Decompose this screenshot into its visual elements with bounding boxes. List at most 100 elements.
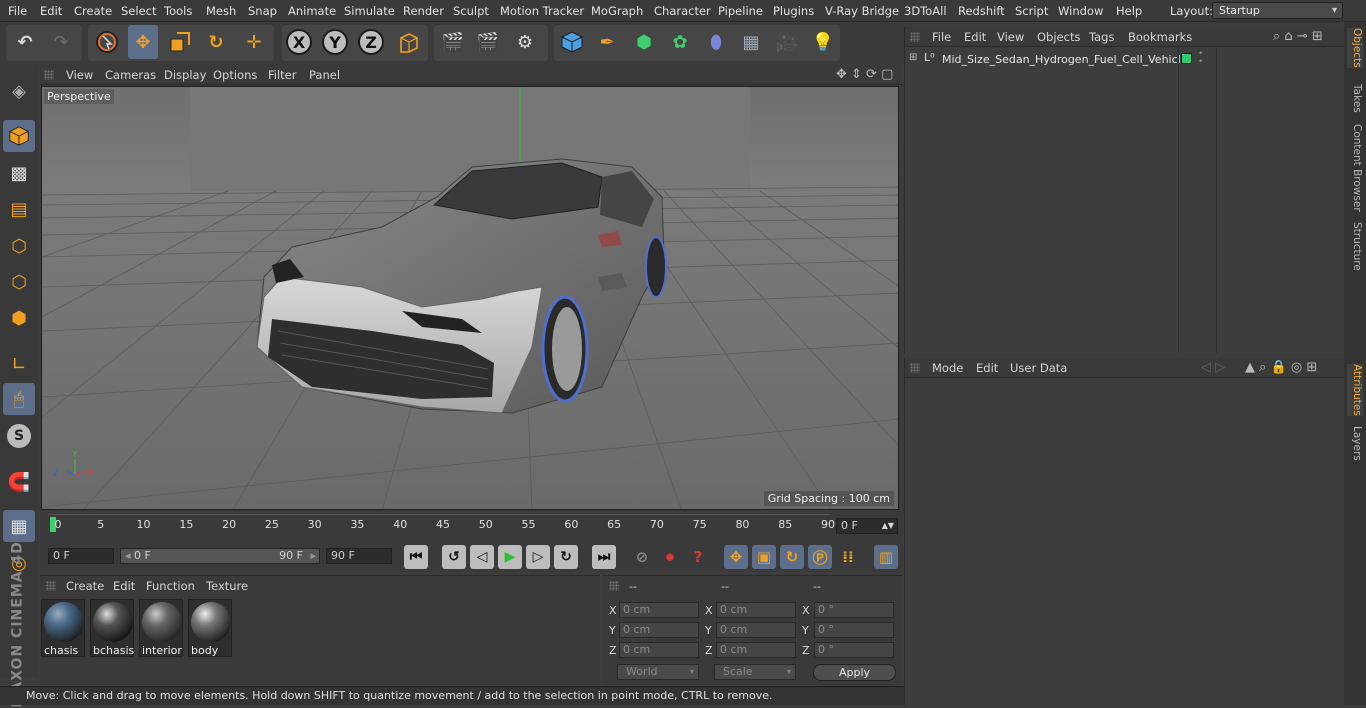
next-frame-button[interactable]: ▷ [526, 545, 550, 569]
apply-button[interactable]: Apply [813, 664, 896, 681]
undo-icon[interactable]: ↶ [10, 25, 40, 59]
viewport-menu-filter[interactable]: Filter [268, 68, 296, 82]
texture-mode-icon[interactable]: ▩ [3, 157, 35, 189]
menu-mograph[interactable]: MoGraph [591, 4, 643, 18]
camera-icon[interactable]: 🎥 [772, 25, 802, 59]
menu-select[interactable]: Select [121, 4, 156, 18]
material-swatch[interactable]: bchasis [90, 599, 134, 657]
key-pla-icon[interactable]: ⁞⁞ [836, 545, 860, 569]
pos-y-field[interactable]: 0 cm [619, 622, 699, 638]
back-forward-icons[interactable]: ◁ ▷ [1201, 360, 1225, 375]
size-z-field[interactable]: 0 cm [716, 642, 796, 658]
rot-y-field[interactable]: 0 ° [814, 622, 894, 638]
tweak-mode-icon[interactable]: 🖱 [3, 383, 35, 415]
menu-tools[interactable]: Tools [164, 4, 192, 18]
tab-content-browser[interactable]: Content Browser [1347, 124, 1363, 212]
render-view-icon[interactable]: 🎬 [438, 25, 468, 59]
object-manager-nav-icons[interactable]: ⌕ ⌂ ⊸ ⊞ [1273, 29, 1323, 44]
play-button[interactable]: ▶ [498, 545, 522, 569]
object-name[interactable]: Mid_Size_Sedan_Hydrogen_Fuel_Cell_Vehicl… [942, 53, 1187, 66]
redo-icon[interactable]: ↷ [46, 25, 76, 59]
menu-help[interactable]: Help [1116, 4, 1142, 18]
cube-object-icon[interactable] [557, 25, 587, 59]
menu-create[interactable]: Create [74, 4, 112, 18]
z-axis-lock-button[interactable]: Z [358, 29, 384, 55]
points-mode-icon[interactable]: ⬡ [3, 230, 35, 262]
menu-3dtoall[interactable]: 3DToAll [904, 4, 947, 18]
attribute-nav-icons[interactable]: ▲ ⌕ 🔒 ◎ ⊞ [1245, 360, 1317, 375]
menu-mesh[interactable]: Mesh [206, 4, 236, 18]
viewport-nav-icons[interactable]: ✥ ⇕ ⟳ ▢ [836, 67, 893, 82]
coordinate-system-icon[interactable] [394, 25, 424, 59]
rotate-tool-icon[interactable]: ↻ [201, 25, 231, 59]
workplane-lock-icon[interactable]: ▦ [3, 510, 35, 542]
menu-motion-tracker[interactable]: Motion Tracker [500, 4, 584, 18]
autokey-icon[interactable]: ⏺ [658, 545, 682, 569]
subdivision-surface-icon[interactable]: ⬢ [629, 25, 659, 59]
material-menu-texture[interactable]: Texture [206, 579, 248, 593]
grip-handle-icon[interactable] [44, 70, 54, 80]
attr-menu-user-data[interactable]: User Data [1010, 361, 1067, 375]
deformer-icon[interactable]: ⬮ [701, 25, 731, 59]
layer-color-tag[interactable] [1181, 53, 1192, 64]
axis-mode-icon[interactable]: ∟ [3, 348, 35, 380]
y-axis-lock-button[interactable]: Y [322, 29, 348, 55]
floor-icon[interactable]: ▦ [736, 25, 766, 59]
obj-menu-edit[interactable]: Edit [964, 30, 986, 44]
spinner-icon[interactable]: ▲▼ [882, 519, 894, 533]
go-to-end-button[interactable]: ⏭ [592, 545, 616, 569]
x-axis-lock-button[interactable]: X [286, 29, 312, 55]
menu-pipeline[interactable]: Pipeline [718, 4, 763, 18]
grip-handle-icon[interactable] [910, 363, 920, 373]
pen-spline-icon[interactable]: ✒ [592, 25, 622, 59]
model-mode-icon[interactable] [3, 120, 35, 152]
attr-menu-edit[interactable]: Edit [976, 361, 998, 375]
move-tool-icon[interactable]: ✥ [128, 25, 158, 59]
pos-x-field[interactable]: 0 cm [619, 602, 699, 618]
menu-character[interactable]: Character [654, 4, 711, 18]
keyframe-selection-icon[interactable]: ? [686, 545, 710, 569]
menu-render[interactable]: Render [403, 4, 444, 18]
material-swatch[interactable]: interior [139, 599, 183, 657]
expand-icon[interactable]: ⊞ [909, 52, 917, 63]
start-frame-field[interactable]: 0 F [48, 548, 114, 564]
live-selection-icon[interactable] [92, 25, 122, 59]
go-to-start-button[interactable]: ⏮ [404, 545, 428, 569]
obj-menu-view[interactable]: View [997, 30, 1024, 44]
material-menu-create[interactable]: Create [66, 579, 104, 593]
viewport-menu-panel[interactable]: Panel [309, 68, 340, 82]
menu-redshift[interactable]: Redshift [958, 4, 1005, 18]
snap-magnet-icon[interactable]: 🧲 [3, 466, 35, 498]
previous-key-button[interactable]: ↺ [442, 545, 466, 569]
coordinate-space-dropdown[interactable]: World ▾ [617, 664, 699, 680]
tab-layers[interactable]: Layers [1347, 426, 1363, 461]
menu-script[interactable]: Script [1015, 4, 1048, 18]
frame-range-slider[interactable]: ◂ 0 F 90 F ▸ [120, 548, 320, 564]
obj-menu-file[interactable]: File [932, 30, 951, 44]
cloner-icon[interactable]: ✿ [665, 25, 695, 59]
tab-takes[interactable]: Takes [1347, 84, 1363, 113]
size-x-field[interactable]: 0 cm [716, 602, 796, 618]
pos-z-field[interactable]: 0 cm [619, 642, 699, 658]
key-rotation-icon[interactable]: ↻ [780, 545, 804, 569]
tab-attributes[interactable]: Attributes [1347, 364, 1363, 416]
transform-tool-icon[interactable]: ✛ [239, 25, 269, 59]
timeline-window-icon[interactable]: ▥ [874, 545, 898, 569]
viewport-menu-view[interactable]: View [66, 68, 93, 82]
timeline-ruler[interactable]: 0 5 10 15 20 25 30 35 40 45 50 55 60 65 70 75 80 85 90 0 F… [40, 512, 902, 542]
current-frame-field[interactable]: 0 F ▲▼ [836, 518, 898, 534]
attr-menu-mode[interactable]: Mode [932, 361, 963, 375]
menu-window[interactable]: Window [1058, 4, 1103, 18]
3d-viewport[interactable]: Y X Z Perspective Grid Spacing : 100 cm [41, 86, 899, 510]
obj-menu-tags[interactable]: Tags [1089, 30, 1114, 44]
column-divider[interactable] [1216, 48, 1217, 353]
material-swatch[interactable]: chasis [41, 599, 85, 657]
layout-select[interactable]: Startup [1212, 2, 1343, 19]
light-icon[interactable]: 💡 [808, 25, 838, 59]
frame-ruler[interactable]: 0 5 10 15 20 25 30 35 40 45 50 55 60 65 70 75 80 85 90 [48, 514, 835, 534]
grip-handle-icon[interactable] [609, 581, 619, 591]
menu-edit[interactable]: Edit [40, 4, 62, 18]
menu-snap[interactable]: Snap [248, 4, 277, 18]
menu-animate[interactable]: Animate [288, 4, 336, 18]
previous-frame-button[interactable]: ◁ [470, 545, 494, 569]
